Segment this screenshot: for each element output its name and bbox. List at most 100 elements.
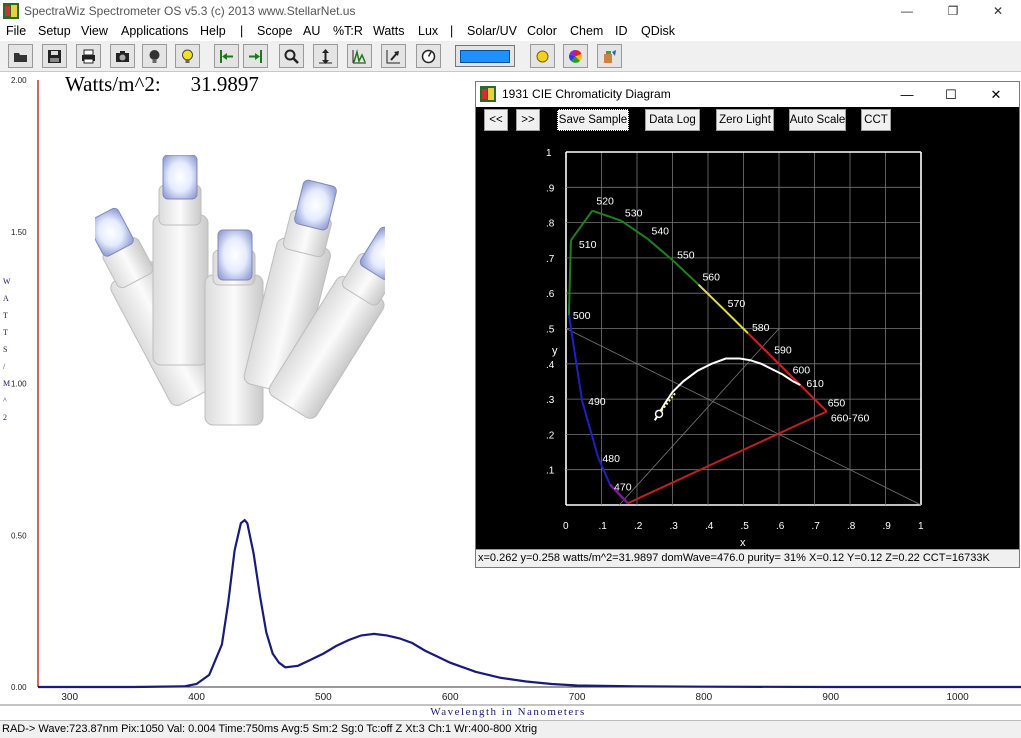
wavelength-label: 560: [702, 272, 720, 284]
cie-status-bar: x=0.262 y=0.258 watts/m^2=31.9897 domWav…: [476, 549, 1019, 567]
cie-x-tick: 1: [918, 521, 924, 532]
color-bar-button[interactable]: [455, 45, 515, 67]
title-bar: SpectraWiz Spectrometer OS v5.3 (c) 2013…: [0, 0, 1021, 22]
paint-button[interactable]: [597, 44, 622, 68]
export-button[interactable]: [381, 44, 406, 68]
print-button[interactable]: [76, 44, 101, 68]
light-reference-button[interactable]: [175, 44, 200, 68]
scroll-left-button[interactable]: [214, 44, 239, 68]
bulb-dark-icon: [149, 49, 160, 63]
zero-light-button[interactable]: Zero Light: [716, 109, 774, 131]
x-tick-label: 300: [61, 692, 78, 703]
toolbar: [0, 41, 1021, 72]
menu-chem[interactable]: Chem: [570, 24, 603, 38]
menu-help[interactable]: Help: [200, 24, 226, 38]
wavelength-label: 500: [573, 310, 591, 322]
minimize-button[interactable]: —: [884, 0, 930, 22]
menu-color[interactable]: Color: [527, 24, 557, 38]
spectral-locus-segment: [747, 332, 771, 356]
color-bar-icon: [460, 50, 510, 63]
cie-x-tick: .5: [741, 521, 750, 532]
scroll-right-button[interactable]: [243, 44, 268, 68]
menu-setup[interactable]: Setup: [38, 24, 71, 38]
menu-file[interactable]: File: [6, 24, 26, 38]
readout-value: 31.9897: [190, 72, 259, 96]
timer-button[interactable]: [416, 44, 441, 68]
menu-scope[interactable]: Scope: [257, 24, 292, 38]
menu-watts[interactable]: Watts: [373, 24, 404, 38]
open-button[interactable]: [8, 44, 33, 68]
auto-scale-button[interactable]: Auto Scale: [789, 109, 846, 131]
cct-button[interactable]: CCT: [861, 109, 891, 131]
cie-x-tick: .7: [812, 521, 821, 532]
close-button[interactable]: ✕: [975, 0, 1021, 22]
open-icon: [14, 52, 27, 62]
menu-id[interactable]: ID: [615, 24, 628, 38]
menu-bar: File Setup View Applications Help | Scop…: [0, 22, 1021, 41]
wavelength-label: 580: [752, 322, 770, 334]
purple-line: [627, 410, 828, 505]
menu-solar-uv[interactable]: Solar/UV: [467, 24, 517, 38]
cie-x-tick: .2: [634, 521, 643, 532]
autoscale-icon: [319, 48, 332, 64]
spectral-locus-segment: [581, 400, 600, 459]
sun-icon: [536, 50, 549, 62]
menu-view[interactable]: View: [81, 24, 108, 38]
cie-title-bar[interactable]: 1931 CIE Chromaticity Diagram — ☐ ✕: [476, 82, 1019, 107]
cie-close-button[interactable]: ✕: [973, 82, 1019, 107]
dark-reference-button[interactable]: [142, 44, 167, 68]
save-sample-button[interactable]: Save Sample: [557, 109, 629, 131]
cie-reference-line: [618, 328, 780, 506]
led-string-photo: [95, 155, 385, 426]
cie-diagram: 0.1.2.3.4.5.6.7.8.9 1.1.2.3.4.5.6.7.8.91 …: [546, 148, 924, 549]
x-tick-label: 700: [569, 692, 586, 703]
restore-button[interactable]: ❐: [930, 0, 976, 22]
color-wheel-icon: [569, 49, 582, 63]
wavelength-label: 550: [677, 250, 695, 262]
cie-x-tick: 0: [563, 521, 569, 532]
cie-y-tick: .8: [546, 219, 555, 230]
menu-applications[interactable]: Applications: [121, 24, 188, 38]
y-tick-label: 0.00: [11, 683, 27, 692]
menu-transmission[interactable]: %T:R: [333, 24, 363, 38]
spectral-locus-segment: [697, 283, 725, 310]
cie-minimize-button[interactable]: —: [884, 82, 930, 107]
cie-chromaticity-window[interactable]: 1931 CIE Chromaticity Diagram — ☐ ✕ << >…: [475, 81, 1020, 568]
zoom-button[interactable]: [279, 44, 304, 68]
camera-button[interactable]: [110, 44, 135, 68]
menu-separator: |: [240, 24, 244, 38]
x-tick-label: 400: [188, 692, 205, 703]
spectral-locus-segment: [592, 209, 622, 222]
data-log-button[interactable]: Data Log: [645, 109, 700, 131]
x-tick-label: 900: [822, 692, 839, 703]
wavelength-label: 470: [614, 482, 632, 494]
wavelength-label: 600: [793, 365, 811, 377]
menu-au[interactable]: AU: [303, 24, 320, 38]
x-tick-label: 600: [442, 692, 459, 703]
cie-x-tick: .9: [883, 521, 892, 532]
spectral-locus-segment: [672, 259, 700, 286]
save-button[interactable]: [42, 44, 67, 68]
wavelength-label: 610: [806, 378, 824, 390]
menu-qdisk[interactable]: QDisk: [641, 24, 675, 38]
peaks-button[interactable]: [347, 44, 372, 68]
cie-y-tick: .7: [546, 254, 555, 265]
y-tick-label: 1.00: [11, 380, 27, 389]
spectral-locus-segment: [646, 237, 674, 262]
sample-point: [654, 409, 664, 419]
wavelength-label: 540: [652, 226, 670, 238]
next-button[interactable]: >>: [516, 109, 540, 131]
cie-maximize-button[interactable]: ☐: [928, 82, 974, 107]
zoom-icon: [284, 49, 299, 64]
sun-button[interactable]: [530, 44, 555, 68]
cie-y-tick: .3: [546, 395, 555, 406]
cie-x-tick: .3: [670, 521, 679, 532]
scroll-left-icon: [220, 49, 233, 63]
cie-y-axis-label: y: [552, 345, 558, 357]
previous-button[interactable]: <<: [484, 109, 508, 131]
autoscale-button[interactable]: [313, 44, 338, 68]
menu-lux[interactable]: Lux: [418, 24, 438, 38]
color-wheel-button[interactable]: [563, 44, 588, 68]
paint-icon: [604, 49, 616, 63]
x-tick-label: 800: [696, 692, 713, 703]
